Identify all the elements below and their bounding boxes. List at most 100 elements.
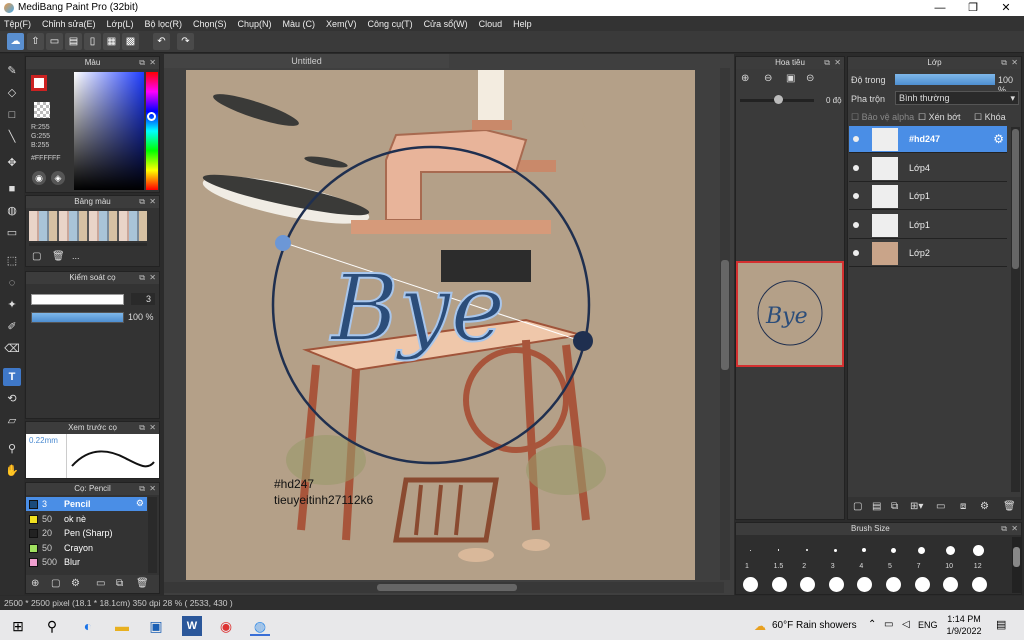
- brush-size-large-dot[interactable]: [914, 577, 930, 592]
- brush-size-dot[interactable]: [777, 549, 780, 551]
- brush-size-dot[interactable]: [945, 545, 955, 555]
- copy-brush-icon[interactable]: ⧉: [116, 578, 123, 589]
- new-halftone-layer-icon[interactable]: ▤: [872, 501, 881, 512]
- text-tool-icon[interactable]: T: [3, 368, 21, 386]
- operation-tool-icon[interactable]: ⟲: [3, 390, 21, 408]
- word-icon[interactable]: W: [182, 616, 202, 636]
- brush-size-dot[interactable]: [806, 549, 809, 551]
- visibility-eye-icon[interactable]: [853, 193, 859, 199]
- palette-swatches[interactable]: [29, 211, 147, 241]
- select-eraser-icon[interactable]: ⌫: [3, 340, 21, 358]
- zoom-minus-icon[interactable]: ⊝: [806, 73, 814, 84]
- brush-size-dot[interactable]: [834, 548, 838, 552]
- chat-icon[interactable]: ▤: [65, 33, 82, 50]
- layer-row[interactable]: Lớp2: [849, 240, 1007, 267]
- menu-file[interactable]: Tệp(F): [4, 19, 31, 29]
- menu-tools[interactable]: Công cụ(T): [368, 19, 413, 29]
- select-tool-icon[interactable]: ⬚: [3, 252, 21, 270]
- float-icon[interactable]: ⧉: [1001, 523, 1007, 535]
- add-palette-icon[interactable]: ▢: [32, 251, 41, 262]
- zoom-out-icon[interactable]: ⊖: [764, 73, 772, 84]
- merge-layer-icon[interactable]: ⧈: [960, 501, 966, 512]
- lock-checkbox[interactable]: ☐ Khóa: [974, 112, 1006, 123]
- brush-size-dot[interactable]: [918, 546, 926, 554]
- redo-icon[interactable]: ↷: [177, 33, 194, 50]
- artwork-canvas[interactable]: Bye #hd247 tieuyeitinh27112k6: [186, 70, 695, 580]
- canvas-vertical-scrollbar[interactable]: [720, 68, 730, 580]
- layer-settings-icon[interactable]: ⚙: [980, 501, 989, 512]
- brush-list-item[interactable]: 3 Pencil ⚙: [26, 497, 147, 511]
- visibility-eye-icon[interactable]: [853, 136, 859, 142]
- clock[interactable]: 1:14 PM 1/9/2022: [946, 613, 982, 637]
- layer-row[interactable]: Lớp1: [849, 183, 1007, 210]
- brush-size-large-dot[interactable]: [771, 577, 787, 592]
- divide-tool-icon[interactable]: ▱: [3, 412, 21, 430]
- eraser-tool-icon[interactable]: ◇: [3, 84, 21, 102]
- brush-size-dot[interactable]: [890, 547, 896, 553]
- new-layer-icon[interactable]: ▢: [853, 501, 862, 512]
- protect-alpha-checkbox[interactable]: ☐ Bảo vệ alpha: [851, 112, 914, 123]
- float-icon[interactable]: ⧉: [824, 57, 830, 69]
- brush-size-slider[interactable]: [31, 294, 124, 305]
- add-layer-dropdown-icon[interactable]: ⊞▾: [910, 501, 923, 512]
- horizontal-scroll-thumb[interactable]: [377, 584, 517, 591]
- layer-row[interactable]: Lớp1: [849, 211, 1007, 239]
- chrome-icon[interactable]: ◉: [216, 616, 236, 636]
- delete-brush-icon[interactable]: 🗑: [136, 578, 149, 589]
- share-icon[interactable]: ⇧: [27, 33, 44, 50]
- layout-icon[interactable]: ▩: [122, 33, 139, 50]
- float-icon[interactable]: ⧉: [139, 57, 145, 69]
- float-icon[interactable]: ⧉: [1001, 57, 1007, 69]
- close-icon[interactable]: ✕: [834, 57, 841, 69]
- close-button[interactable]: ✕: [991, 0, 1021, 16]
- language-indicator[interactable]: ENG: [918, 620, 938, 630]
- menu-window[interactable]: Cửa sổ(W): [424, 19, 468, 29]
- delete-palette-icon[interactable]: 🗑: [52, 251, 65, 262]
- close-icon[interactable]: ✕: [149, 196, 156, 208]
- float-icon[interactable]: ⧉: [139, 196, 145, 208]
- fill-rect-tool-icon[interactable]: ■: [3, 180, 21, 198]
- eyedropper-icon[interactable]: ⚲: [3, 440, 21, 458]
- store-icon[interactable]: ▣: [146, 616, 166, 636]
- gear-icon[interactable]: ⚙: [136, 498, 144, 509]
- float-icon[interactable]: ⧉: [139, 422, 145, 434]
- search-icon[interactable]: ⚲: [42, 616, 62, 636]
- hand-tool-icon[interactable]: ✋: [3, 462, 21, 480]
- brush-folder-icon[interactable]: ▭: [96, 578, 105, 589]
- brush-size-large-dot[interactable]: [828, 577, 844, 592]
- brush-list-item[interactable]: 500 Blur: [26, 555, 147, 569]
- close-icon[interactable]: ✕: [1011, 523, 1018, 535]
- rectangle-tool-icon[interactable]: □: [3, 106, 21, 124]
- gradient-tool-icon[interactable]: ▭: [3, 224, 21, 242]
- medibang-taskbar-icon[interactable]: ◍: [250, 616, 270, 636]
- brush-list-scrollbar[interactable]: [148, 497, 157, 573]
- brush-size-large-dot[interactable]: [886, 577, 901, 592]
- layer-opacity-slider[interactable]: [895, 74, 995, 85]
- menu-help[interactable]: Help: [513, 19, 532, 29]
- lasso-tool-icon[interactable]: ◌: [3, 274, 21, 292]
- brush-size-scrollbar[interactable]: [1012, 537, 1021, 593]
- float-icon[interactable]: ⧉: [139, 483, 145, 495]
- close-icon[interactable]: ✕: [149, 422, 156, 434]
- palette-icon[interactable]: ◈: [51, 171, 65, 185]
- secondary-color-swatch[interactable]: [34, 102, 50, 118]
- move-tool-icon[interactable]: ✥: [3, 154, 21, 172]
- line-tool-icon[interactable]: ╲: [3, 128, 21, 146]
- menu-edit[interactable]: Chỉnh sửa(E): [42, 19, 96, 29]
- comment-icon[interactable]: ▭: [46, 33, 63, 50]
- new-brush-icon[interactable]: ▢: [51, 578, 60, 589]
- restore-button[interactable]: ❐: [958, 0, 988, 16]
- palette-more[interactable]: ...: [72, 251, 80, 261]
- primary-color-swatch[interactable]: [31, 75, 47, 91]
- brush-list-item[interactable]: 50 ok nè: [26, 511, 147, 526]
- vertical-scroll-thumb[interactable]: [721, 260, 729, 370]
- chevron-up-icon[interactable]: ⌃: [868, 619, 876, 630]
- magic-wand-icon[interactable]: ✦: [3, 296, 21, 314]
- hue-handle[interactable]: [147, 112, 156, 121]
- hue-slider[interactable]: [146, 72, 158, 190]
- bucket-tool-icon[interactable]: ◍: [3, 202, 21, 220]
- menu-snap[interactable]: Chụp(N): [238, 19, 272, 29]
- brush-opacity-slider[interactable]: [31, 312, 124, 323]
- float-icon[interactable]: ⧉: [139, 272, 145, 284]
- volume-icon[interactable]: ◁: [902, 619, 910, 630]
